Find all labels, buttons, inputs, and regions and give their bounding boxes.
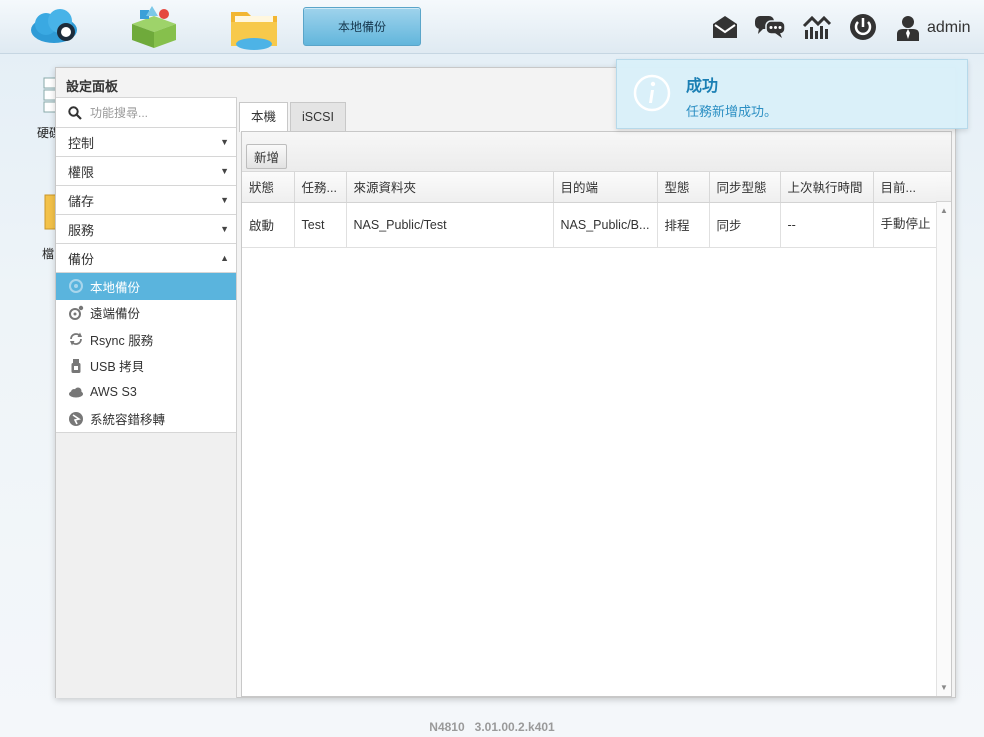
cell-destination: NAS_Public/B... [553, 202, 658, 248]
sidebar-item-label: AWS S3 [90, 385, 137, 400]
category-control[interactable]: 控制 ▼ [56, 128, 236, 157]
add-button[interactable]: 新增 [246, 144, 288, 169]
usb-icon [68, 358, 84, 374]
cell-status: 啟動 [242, 202, 295, 248]
content-area: 本機 iSCSI 新增 狀態 任務... 來源資料夾 目的端 型態 同步型態 上… [239, 97, 953, 697]
sync-icon [68, 331, 84, 347]
power-icon[interactable] [848, 12, 878, 42]
sidebar-item-label: USB 拷貝 [90, 360, 145, 375]
cloud-app-icon[interactable] [28, 4, 82, 50]
sidebar-item-aws-s3[interactable]: AWS S3 [56, 379, 236, 406]
table-row[interactable]: 啟動 Test NAS_Public/Test NAS_Public/B... … [242, 202, 937, 248]
info-icon [633, 74, 671, 112]
notification-message: 任務新增成功。 [686, 104, 778, 119]
search-box [56, 98, 236, 128]
category-label: 備份 [68, 251, 95, 267]
cell-last-run: -- [780, 202, 874, 248]
category-label: 服務 [68, 222, 95, 238]
scroll-down-icon[interactable]: ▼ [940, 683, 948, 692]
column-header-current[interactable]: 目前... [873, 172, 937, 203]
tab-iscsi[interactable]: iSCSI [290, 102, 346, 131]
notification-title: 成功 [686, 78, 719, 95]
user-icon [897, 16, 919, 41]
column-header-task[interactable]: 任務... [294, 172, 347, 203]
column-header-sync-type[interactable]: 同步型態 [709, 172, 781, 203]
user-name: admin [927, 19, 971, 36]
active-task-button[interactable]: 本地備份 [303, 7, 421, 46]
caret-up-icon: ▲ [220, 253, 229, 263]
sidebar-item-label: 本地備份 [90, 280, 141, 295]
header-scroll-pad [936, 172, 951, 202]
tab-body: 新增 狀態 任務... 來源資料夾 目的端 型態 同步型態 上次執行時間 目前.… [241, 131, 952, 697]
vertical-scrollbar[interactable]: ▲ ▼ [936, 202, 951, 696]
sidebar-item-label: 系統容錯移轉 [90, 413, 166, 428]
sidebar-item-local-backup[interactable]: 本地備份 [56, 273, 236, 300]
sidebar: 控制 ▼ 權限 ▼ 儲存 ▼ 服務 ▼ 備份 ▲ 本地備份 [56, 97, 237, 698]
backup-job-grid: 狀態 任務... 來源資料夾 目的端 型態 同步型態 上次執行時間 目前... [242, 172, 951, 696]
category-label: 權限 [68, 164, 95, 180]
scroll-up-icon[interactable]: ▲ [940, 206, 948, 215]
cell-current: 手動停止 [873, 202, 937, 248]
monitor-icon[interactable] [802, 12, 832, 42]
sidebar-item-failover[interactable]: 系統容錯移轉 [56, 406, 236, 433]
column-header-source[interactable]: 來源資料夾 [346, 172, 554, 203]
mail-icon[interactable] [710, 12, 740, 42]
failover-icon [68, 411, 84, 427]
caret-down-icon: ▼ [220, 224, 229, 234]
firmware-version: N4810 3.01.00.2.k401 [429, 720, 555, 734]
column-header-status[interactable]: 狀態 [242, 172, 295, 203]
sidebar-item-remote-backup[interactable]: 遠端備份 [56, 300, 236, 327]
cell-sync-type: 同步 [709, 202, 781, 248]
file-manager-icon[interactable] [228, 4, 282, 50]
column-header-destination[interactable]: 目的端 [553, 172, 658, 203]
category-permissions[interactable]: 權限 ▼ [56, 157, 236, 186]
caret-down-icon: ▼ [220, 166, 229, 176]
tab-local[interactable]: 本機 [239, 102, 289, 132]
sidebar-item-label: 遠端備份 [90, 307, 141, 322]
sidebar-item-usb-copy[interactable]: USB 拷貝 [56, 353, 236, 380]
sidebar-item-label: Rsync 服務 [90, 333, 154, 348]
cell-task: Test [294, 202, 347, 248]
top-bar: 本地備份 admin [0, 0, 984, 54]
cell-source: NAS_Public/Test [346, 202, 554, 248]
category-storage[interactable]: 儲存 ▼ [56, 186, 236, 215]
column-header-type[interactable]: 型態 [657, 172, 710, 203]
success-notification[interactable]: 成功 任務新增成功。 [616, 59, 968, 129]
disk-shortcut-icon[interactable] [42, 76, 59, 116]
category-label: 控制 [68, 135, 95, 151]
tab-bar: 本機 iSCSI [239, 102, 348, 132]
category-backup[interactable]: 備份 ▲ [56, 244, 236, 273]
remote-backup-icon [68, 305, 84, 321]
sidebar-item-rsync[interactable]: Rsync 服務 [56, 326, 236, 353]
caret-down-icon: ▼ [220, 195, 229, 205]
cell-type: 排程 [657, 202, 710, 248]
backup-job-table: 狀態 任務... 來源資料夾 目的端 型態 同步型態 上次執行時間 目前... [242, 172, 937, 248]
chat-icon[interactable] [754, 12, 786, 42]
search-input[interactable] [90, 105, 230, 120]
panel-title: 設定面板 [66, 79, 119, 94]
column-header-last-run[interactable]: 上次執行時間 [780, 172, 874, 203]
user-menu[interactable]: admin [896, 14, 971, 42]
search-icon [68, 105, 82, 120]
category-services[interactable]: 服務 ▼ [56, 215, 236, 244]
settings-panel: 設定面板 控制 ▼ 權限 ▼ 儲存 ▼ 服務 ▼ 備份 ▲ [55, 67, 956, 698]
table-header-row: 狀態 任務... 來源資料夾 目的端 型態 同步型態 上次執行時間 目前... [242, 172, 937, 203]
backup-submenu: 本地備份 遠端備份 Rsync 服務 USB 拷貝 AWS S3 系統容錯移轉 [56, 273, 236, 433]
file-shortcut-label: 檔 [42, 247, 55, 261]
local-backup-icon [68, 278, 84, 294]
cloud-icon [68, 384, 84, 400]
caret-down-icon: ▼ [220, 137, 229, 147]
category-label: 儲存 [68, 193, 95, 209]
app-center-icon[interactable] [128, 4, 182, 50]
toolbar: 新增 [242, 132, 951, 172]
